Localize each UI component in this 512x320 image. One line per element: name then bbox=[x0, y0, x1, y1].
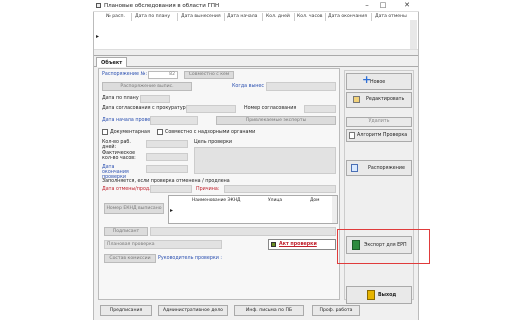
window-title: Плановые обследования в области ГПН bbox=[104, 3, 220, 9]
grid-separator bbox=[325, 13, 326, 21]
inspection-type-select[interactable]: Плановая проверка bbox=[104, 240, 222, 249]
end-date-field[interactable] bbox=[146, 165, 188, 173]
documentary-label: Документарная bbox=[110, 130, 150, 135]
reason-label: Причина: bbox=[196, 187, 220, 192]
end-date-label: Дата окончания проверки bbox=[102, 165, 129, 180]
date-prosecutor-field[interactable] bbox=[186, 105, 236, 113]
fill-note-label: Заполняется, если проверка отменена / пр… bbox=[102, 179, 230, 184]
subgrid-header-street[interactable]: Улица bbox=[268, 198, 282, 203]
document-icon bbox=[349, 132, 355, 139]
algorithm-button-label: Алгоритм Проверка bbox=[357, 133, 408, 138]
issued-when-label: Когда вынес bbox=[232, 84, 264, 89]
jointly-checkbox[interactable] bbox=[157, 129, 163, 135]
commission-button[interactable]: Состав комиссии bbox=[104, 254, 156, 263]
order-issued-button[interactable]: Распоряжение выпис. bbox=[102, 82, 192, 91]
order-button-label: Распоряжение bbox=[368, 166, 405, 171]
exit-button-label: Выход bbox=[378, 293, 397, 298]
subgrid-row-marker: ▸ bbox=[170, 207, 174, 214]
close-button[interactable]: ✕ bbox=[400, 1, 414, 10]
grid-vertical-scrollbar[interactable] bbox=[410, 20, 417, 49]
grid-header-hours[interactable]: Кол. часов bbox=[297, 14, 323, 19]
grid-separator bbox=[177, 13, 178, 21]
head-label: Руководитель проверки : bbox=[158, 256, 223, 261]
grid-header-date-start[interactable]: Дата начала bbox=[227, 14, 257, 19]
actual-hours-label: Фактическое кол-во часов: bbox=[102, 151, 136, 161]
grid-separator bbox=[131, 13, 132, 21]
order-number-field[interactable]: 82 bbox=[148, 71, 178, 79]
agreement-number-label: Номер согласования bbox=[244, 106, 297, 111]
app-icon bbox=[96, 3, 101, 8]
delete-button[interactable]: Удалить bbox=[346, 117, 412, 127]
grid-header-days[interactable]: Кол. дней bbox=[266, 14, 290, 19]
reason-field[interactable] bbox=[224, 185, 336, 193]
signatory-field[interactable] bbox=[150, 227, 336, 236]
act-button-label: Акт проверки bbox=[279, 242, 317, 247]
grid-horizontal-scrollbar[interactable] bbox=[94, 49, 418, 55]
documentary-checkbox[interactable] bbox=[102, 129, 108, 135]
goal-label: Цель проверки bbox=[194, 140, 233, 145]
goal-field[interactable] bbox=[194, 147, 336, 174]
admin-case-button[interactable]: Административное дело bbox=[158, 305, 228, 316]
grid-header-num[interactable]: № расп. bbox=[106, 14, 125, 19]
signatory-button[interactable]: Подписант bbox=[104, 227, 148, 236]
exit-icon bbox=[367, 290, 375, 300]
grid-separator bbox=[371, 13, 372, 21]
cancel-date-label: Дата отмены/продл. : bbox=[102, 187, 157, 192]
cancel-date-field[interactable] bbox=[150, 185, 192, 193]
object-form-panel bbox=[98, 68, 340, 300]
agreement-number-field[interactable] bbox=[304, 105, 336, 113]
subgrid-header-name[interactable]: Наименование ЭКНД bbox=[192, 198, 240, 203]
date-plan-field[interactable] bbox=[140, 95, 170, 103]
prof-work-button[interactable]: Проф. работа bbox=[312, 305, 360, 316]
grid-row-marker: ▸ bbox=[96, 33, 100, 40]
date-plan-label: Дата по плану : bbox=[102, 96, 142, 101]
order-icon bbox=[351, 164, 358, 172]
prescriptions-button[interactable]: Предписания bbox=[100, 305, 152, 316]
tab-strip bbox=[94, 57, 418, 67]
minimize-button[interactable]: – bbox=[360, 1, 374, 10]
grid-header-date-end[interactable]: Дата окончания bbox=[328, 14, 367, 19]
actual-hours-field[interactable] bbox=[146, 153, 188, 161]
date-start-field[interactable] bbox=[150, 116, 198, 125]
maximize-button[interactable]: □ bbox=[376, 1, 390, 10]
act-icon bbox=[271, 242, 276, 247]
eknd-number-button[interactable]: Номер ЕКНД выписано bbox=[104, 203, 164, 214]
info-letters-button[interactable]: Инф. письма по ПБ bbox=[234, 305, 304, 316]
edit-icon bbox=[353, 96, 360, 103]
tab-object[interactable]: Объект bbox=[96, 57, 128, 67]
workdays-label: Кол-во раб. дней: bbox=[102, 140, 131, 150]
grid-header-date-plan[interactable]: Дата по плану bbox=[135, 14, 170, 19]
order-number-label: Распоряжение №: bbox=[102, 72, 148, 77]
jointly-label: Совместно с надзорными органами bbox=[165, 130, 256, 135]
grid-separator bbox=[224, 13, 225, 21]
workdays-field[interactable] bbox=[146, 140, 188, 148]
experts-button[interactable]: Привлекаемые эксперты bbox=[216, 116, 336, 125]
grid-header-date-cancel[interactable]: Дата отмены bbox=[375, 14, 407, 19]
date-prosecutor-label: Дата согласования с прокуратурой: bbox=[102, 106, 194, 111]
highlight-box bbox=[337, 229, 430, 264]
grid-separator bbox=[262, 13, 263, 21]
subgrid-header-house[interactable]: Дом bbox=[310, 198, 319, 203]
edit-button-label: Редактировать bbox=[366, 97, 405, 102]
new-button-label: Новое bbox=[370, 80, 386, 85]
issued-when-field[interactable] bbox=[266, 82, 336, 91]
grid-separator bbox=[294, 13, 295, 21]
grid-header-date-issued[interactable]: Дата вынесения bbox=[181, 14, 221, 19]
agree-with-button[interactable]: Совместно с кем bbox=[184, 71, 234, 79]
subgrid-scrollbar[interactable] bbox=[332, 196, 337, 223]
